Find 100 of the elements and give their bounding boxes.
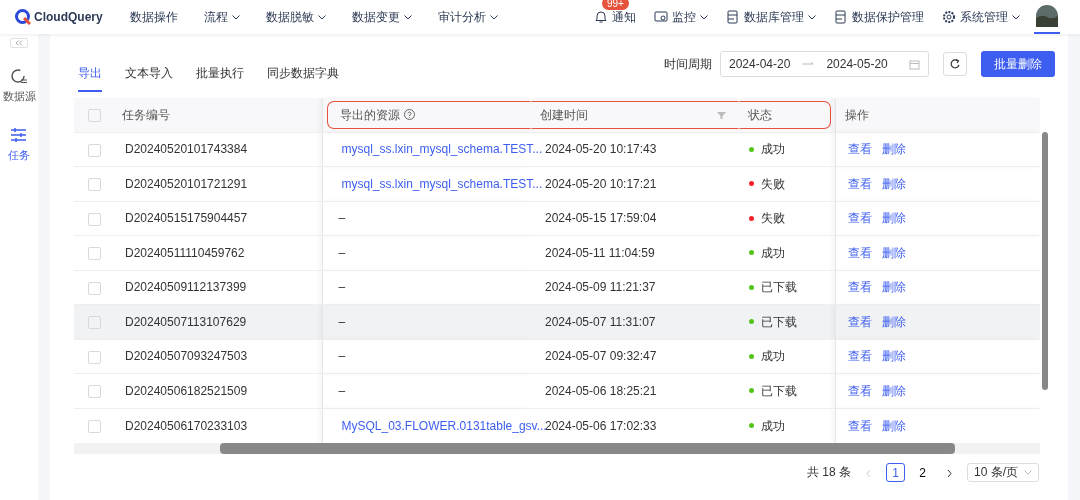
- nav-menu-item[interactable]: 通知: [594, 8, 636, 26]
- column-header[interactable]: 状态: [739, 100, 831, 129]
- tab[interactable]: 文本导入: [125, 54, 173, 92]
- table-cell: 2024-05-11 11:04:59: [545, 245, 655, 260]
- action-link[interactable]: 删除: [881, 312, 906, 331]
- action-link[interactable]: 查看: [847, 278, 872, 297]
- database-icon: [834, 10, 848, 24]
- action-link[interactable]: 删除: [881, 140, 906, 159]
- help-icon: [403, 109, 415, 121]
- table-row[interactable]: D20240509112137399 – 2024-05-09 11:21:37 已下载 查看 删除: [74, 270, 1040, 305]
- row-checkbox[interactable]: [88, 316, 101, 330]
- date-range-field[interactable]: 2024-04-20 2024-05-20: [720, 51, 929, 77]
- logo-icon: [15, 9, 31, 25]
- nav-menu-item[interactable]: 数据库管理: [726, 8, 816, 26]
- nav-menu-item[interactable]: 审计分析: [438, 8, 498, 26]
- table-cell: 2024-05-07 11:31:07: [545, 314, 656, 329]
- select-all-checkbox[interactable]: [88, 109, 101, 123]
- nav-menu-item[interactable]: 流程: [204, 8, 240, 26]
- nav-menu-item[interactable]: 数据变更: [352, 8, 412, 26]
- action-link[interactable]: 删除: [881, 209, 906, 228]
- table-row[interactable]: D20240507113107629 – 2024-05-07 11:31:07 已下载 查看 删除: [74, 304, 1040, 339]
- status-text: 成功: [761, 417, 785, 435]
- table-cell: 2024-05-20 10:17:21: [545, 176, 657, 191]
- database-icon: [726, 10, 740, 24]
- caret-icon: [808, 14, 816, 20]
- table-row[interactable]: D20240506182521509 – 2024-05-06 18:25:21 已下载 查看 删除: [74, 373, 1040, 408]
- table-cell: D20240507093247503: [125, 349, 248, 364]
- column-header[interactable]: 导出的资源: [326, 100, 531, 129]
- tab[interactable]: 批量执行: [196, 54, 244, 92]
- sidebar-item[interactable]: 任务: [2, 126, 36, 163]
- row-checkbox[interactable]: [88, 212, 101, 226]
- table-row[interactable]: D20240515175904457 – 2024-05-15 17:59:04 失败 查看 删除: [74, 201, 1040, 236]
- horizontal-scrollbar[interactable]: [220, 443, 955, 454]
- action-link[interactable]: 删除: [881, 278, 906, 297]
- bulk-delete-button[interactable]: 批量删除: [981, 51, 1055, 77]
- table-row[interactable]: D20240506170233103 MySQL_03.FLOWER.0131table_gsv...2024-05-06 17:02:33 成功 查看 删除: [74, 408, 1040, 443]
- action-link[interactable]: 查看: [847, 209, 872, 228]
- table-row[interactable]: D20240511110459762 – 2024-05-11 11:04:59 成功 查看 删除: [74, 235, 1040, 270]
- row-checkbox[interactable]: [88, 419, 101, 433]
- status-text: 成功: [761, 348, 785, 366]
- resource-link[interactable]: mysql_ss.lxin_mysql_schema.TEST...: [341, 140, 543, 159]
- table-cell: 2024-05-07 09:32:47: [545, 349, 657, 364]
- action-link[interactable]: 删除: [881, 243, 906, 262]
- tab[interactable]: 同步数据字典: [267, 54, 339, 92]
- table-cell: D20240507113107629: [125, 314, 247, 329]
- refresh-icon: [949, 58, 961, 70]
- row-checkbox[interactable]: [88, 281, 101, 295]
- table-row[interactable]: D20240507093247503 – 2024-05-07 09:32:47 成功 查看 删除: [74, 339, 1040, 374]
- notification-count: 99+: [602, 0, 629, 10]
- table-cell: D20240506182521509: [125, 383, 248, 398]
- vertical-scrollbar[interactable]: [1042, 132, 1048, 390]
- row-checkbox[interactable]: [88, 247, 101, 261]
- app-name: CloudQuery: [34, 9, 103, 26]
- action-link[interactable]: 删除: [881, 347, 906, 366]
- row-checkbox[interactable]: [88, 178, 101, 192]
- table-cell: D20240509112137399: [125, 280, 247, 295]
- caret-icon: [1024, 469, 1032, 475]
- row-checkbox[interactable]: [88, 143, 101, 157]
- settings-icon: [942, 10, 956, 24]
- caret-icon: [490, 14, 498, 20]
- action-link[interactable]: 删除: [881, 381, 906, 400]
- nav-menu-item[interactable]: 监控: [654, 8, 708, 26]
- page-button[interactable]: 2: [913, 462, 932, 482]
- resource-link[interactable]: MySQL_03.FLOWER.0131table_gsv...: [341, 416, 547, 435]
- tab[interactable]: 导出: [78, 54, 102, 92]
- refresh-button[interactable]: [943, 52, 967, 76]
- caret-icon: [1012, 14, 1020, 20]
- sidebar-item[interactable]: 数据源: [2, 68, 36, 105]
- nav-menu-item[interactable]: 数据脱敏: [266, 8, 326, 26]
- collapse-button[interactable]: [10, 38, 28, 48]
- filter-icon: [717, 110, 726, 119]
- action-link[interactable]: 查看: [847, 174, 872, 193]
- action-link[interactable]: 查看: [847, 347, 872, 366]
- nav-menu-item[interactable]: 数据保护管理: [834, 8, 924, 26]
- action-link[interactable]: 查看: [847, 416, 872, 435]
- action-link[interactable]: 查看: [847, 312, 872, 331]
- table-cell: 2024-05-15 17:59:04: [545, 211, 657, 226]
- arrow-icon: [802, 61, 815, 67]
- caret-icon: [232, 14, 240, 20]
- chevron-right-icon: [946, 468, 953, 478]
- monitor-icon: [654, 10, 668, 24]
- nav-menu-item[interactable]: 系统管理: [942, 8, 1020, 26]
- action-link[interactable]: 查看: [847, 243, 872, 262]
- nav-menu-item[interactable]: 数据操作: [130, 8, 178, 26]
- bell-icon: [594, 10, 608, 24]
- row-checkbox[interactable]: [88, 350, 101, 364]
- table-row[interactable]: D20240520101743384 mysql_ss.lxin_mysql_schema.TEST... 2024-05-20 10:17:43 成功 查看 删除: [74, 132, 1040, 167]
- row-checkbox[interactable]: [88, 385, 101, 399]
- table-cell: –: [338, 280, 346, 295]
- page-size-select[interactable]: 10 条/页: [967, 462, 1039, 482]
- page-button[interactable]: 1: [886, 462, 905, 482]
- sliders-icon: [10, 126, 28, 143]
- action-link[interactable]: 查看: [847, 140, 872, 159]
- action-link[interactable]: 删除: [881, 174, 906, 193]
- table-row[interactable]: D20240520101721291 mysql_ss.lxin_mysql_schema.TEST... 2024-05-20 10:17:21 失败 查看 删除: [74, 166, 1040, 201]
- avatar[interactable]: [1036, 5, 1058, 27]
- action-link[interactable]: 查看: [847, 381, 872, 400]
- calendar-icon: [909, 58, 920, 70]
- resource-link[interactable]: mysql_ss.lxin_mysql_schema.TEST...: [341, 174, 543, 193]
- action-link[interactable]: 删除: [881, 416, 906, 435]
